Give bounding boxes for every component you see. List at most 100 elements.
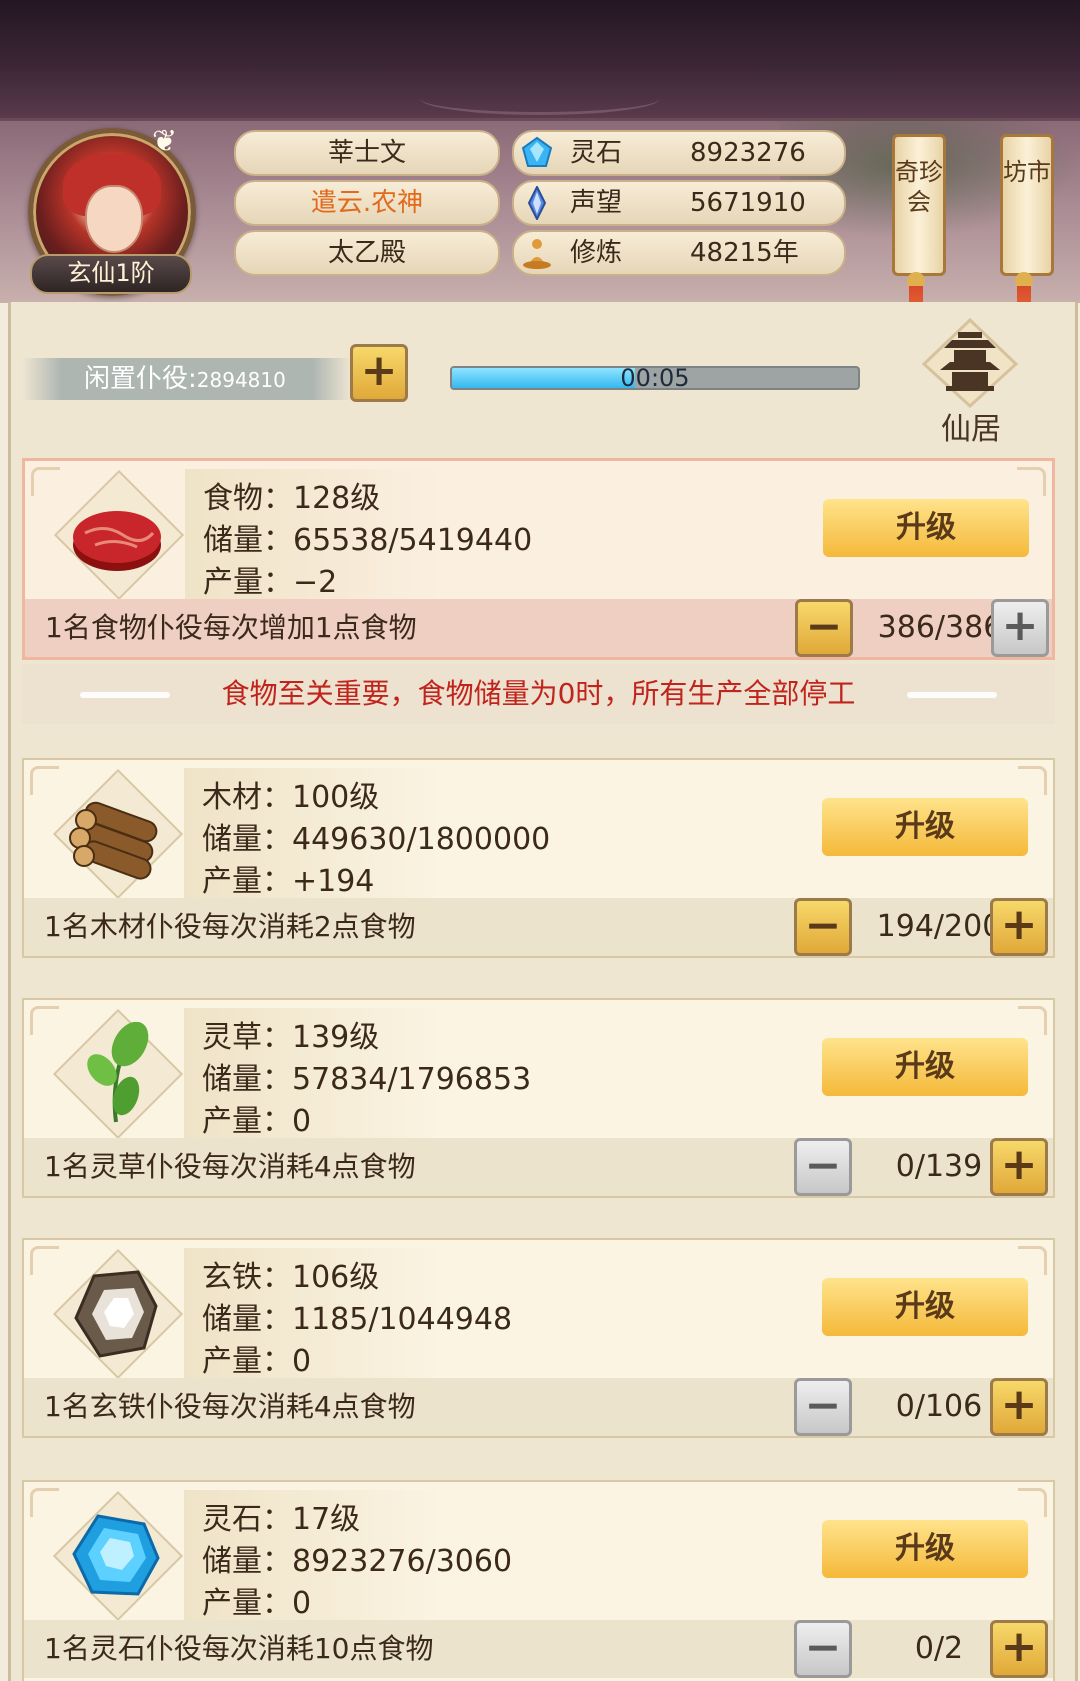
decrease-servant-button[interactable]: − xyxy=(794,1620,852,1678)
idle-label: 闲置仆役: xyxy=(84,364,197,394)
servant-desc: 1名灵石仆役每次消耗10点食物 xyxy=(44,1632,434,1665)
resource-card-wood: 木材：100级 储量：449630/1800000 产量：+194 升级 1名木… xyxy=(22,758,1055,958)
card-corner xyxy=(1018,1488,1047,1517)
resource-card-spirit-stone: 灵石：17级 储量：8923276/3060 产量：0 升级 1名灵石仆役每次消… xyxy=(22,1480,1055,1681)
resource-value: 8923276 xyxy=(690,138,806,168)
card-corner xyxy=(30,1246,59,1275)
storage-line: 储量：57834/1796853 xyxy=(202,1062,532,1097)
level-line: 玄铁：106级 xyxy=(202,1260,380,1295)
cultivation-bar: 修炼 48215年 xyxy=(512,230,846,276)
decrease-servant-button[interactable]: − xyxy=(794,1138,852,1196)
iron-ore-icon xyxy=(74,1270,158,1358)
spirit-stone-bar: 灵石 8923276 xyxy=(512,130,846,176)
idle-count: 2894810 xyxy=(196,368,286,392)
resource-value: 5671910 xyxy=(690,188,806,218)
rank-badge: 玄仙1阶 xyxy=(30,254,192,294)
resource-card-iron: 玄铁：106级 储量：1185/1044948 产量：0 升级 1名玄铁仆役每次… xyxy=(22,1238,1055,1438)
servant-count: 0/106 xyxy=(895,1389,983,1424)
idle-servants-ribbon: 闲置仆役:2894810 xyxy=(22,358,352,400)
warning-deco-left xyxy=(80,692,170,698)
player-title: 遣云.农神 xyxy=(234,180,500,226)
output-line: 产量：−2 xyxy=(203,565,338,600)
servant-desc: 1名食物仆役每次增加1点食物 xyxy=(45,611,417,644)
butterfly-icon: ❦ xyxy=(152,124,178,159)
level-line: 木材：100级 xyxy=(202,780,380,815)
storage-line: 储量：8923276/3060 xyxy=(202,1544,513,1579)
warning-deco-right xyxy=(907,692,997,698)
wood-logs-icon xyxy=(69,801,158,880)
card-corner xyxy=(1018,1006,1047,1035)
storage-line: 储量：65538/5419440 xyxy=(203,523,533,558)
meditation-icon xyxy=(523,239,551,269)
card-corner xyxy=(30,1006,59,1035)
resource-value: 48215年 xyxy=(690,238,799,268)
market-sign[interactable]: 坊市 xyxy=(1000,134,1054,276)
treasure-fair-sign[interactable]: 奇珍会 xyxy=(892,134,946,276)
servant-bar: 1名灵石仆役每次消耗10点食物 − 0/2 + xyxy=(24,1620,1053,1678)
player-name: 莘士文 xyxy=(234,130,500,176)
top-banner xyxy=(0,0,1080,118)
increase-servant-button[interactable]: + xyxy=(991,599,1049,657)
card-corner xyxy=(30,766,59,795)
add-idle-button[interactable]: + xyxy=(350,344,408,402)
servant-count: 0/2 xyxy=(914,1631,964,1666)
servant-desc: 1名玄铁仆役每次消耗4点食物 xyxy=(44,1390,416,1423)
food-warning: 食物至关重要，食物储量为0时，所有生产全部停工 xyxy=(22,664,1055,724)
pagoda-icon[interactable] xyxy=(918,318,1022,408)
increase-servant-button[interactable]: + xyxy=(990,898,1048,956)
xianju-label[interactable]: 仙居 xyxy=(906,404,1036,448)
spirit-stone-icon xyxy=(521,136,553,167)
servant-bar: 1名木材仆役每次消耗2点食物 − 194/200 + xyxy=(24,898,1053,956)
avatar-face xyxy=(85,185,143,253)
servant-bar: 1名灵草仆役每次消耗4点食物 − 0/139 + xyxy=(24,1138,1053,1196)
storage-line: 储量：1185/1044948 xyxy=(202,1302,513,1337)
card-corner xyxy=(1018,1246,1047,1275)
banner-ornament xyxy=(420,82,660,115)
decrease-servant-button[interactable]: − xyxy=(794,1378,852,1436)
servant-count: 386/386 xyxy=(877,610,1003,645)
sign-label: 奇珍会 xyxy=(895,158,943,216)
resource-label: 修炼 xyxy=(570,238,623,268)
progress-timer: 00:05 xyxy=(620,366,690,390)
output-line: 产量：0 xyxy=(202,1344,312,1379)
output-line: 产量：+194 xyxy=(202,864,375,899)
increase-servant-button[interactable]: + xyxy=(990,1138,1048,1196)
warning-text: 食物至关重要，食物储量为0时，所有生产全部停工 xyxy=(221,677,856,710)
production-progress: 00:05 xyxy=(450,366,860,390)
level-line: 灵草：139级 xyxy=(202,1020,380,1055)
spirit-stone-icon xyxy=(72,1514,160,1596)
card-corner xyxy=(31,467,60,496)
upgrade-button[interactable]: 升级 xyxy=(823,499,1029,557)
level-line: 灵石：17级 xyxy=(202,1502,361,1537)
resource-card-herb: 灵草：139级 储量：57834/1796853 产量：0 升级 1名灵草仆役每… xyxy=(22,998,1055,1198)
increase-servant-button[interactable]: + xyxy=(990,1378,1048,1436)
servant-bar: 1名玄铁仆役每次消耗4点食物 − 0/106 + xyxy=(24,1378,1053,1436)
card-corner xyxy=(1017,467,1046,496)
servant-count: 0/139 xyxy=(895,1149,983,1184)
upgrade-button[interactable]: 升级 xyxy=(822,1278,1028,1336)
upgrade-button[interactable]: 升级 xyxy=(822,1520,1028,1578)
prestige-bar: 声望 5671910 xyxy=(512,180,846,226)
level-line: 食物：128级 xyxy=(203,481,381,516)
servant-bar: 1名食物仆役每次增加1点食物 − 386/386 + xyxy=(25,599,1052,657)
decrease-servant-button[interactable]: − xyxy=(794,898,852,956)
servant-desc: 1名灵草仆役每次消耗4点食物 xyxy=(44,1150,416,1183)
output-line: 产量：0 xyxy=(202,1586,312,1621)
resource-label: 声望 xyxy=(570,188,623,218)
upgrade-button[interactable]: 升级 xyxy=(822,1038,1028,1096)
card-corner xyxy=(30,1488,59,1517)
output-line: 产量：0 xyxy=(202,1104,312,1139)
resource-card-food: 食物：128级 储量：65538/5419440 产量：−2 升级 1名食物仆役… xyxy=(22,458,1055,660)
herb-icon xyxy=(87,1022,149,1123)
meat-icon xyxy=(73,511,161,571)
decrease-servant-button[interactable]: − xyxy=(795,599,853,657)
sign-label: 坊市 xyxy=(1003,158,1051,186)
storage-line: 储量：449630/1800000 xyxy=(202,822,551,857)
servant-count: 194/200 xyxy=(876,909,1002,944)
resource-label: 灵石 xyxy=(570,138,623,168)
card-corner xyxy=(1018,766,1047,795)
upgrade-button[interactable]: 升级 xyxy=(822,798,1028,856)
increase-servant-button[interactable]: + xyxy=(990,1620,1048,1678)
servant-desc: 1名木材仆役每次消耗2点食物 xyxy=(44,910,416,943)
player-sect: 太乙殿 xyxy=(234,230,500,276)
